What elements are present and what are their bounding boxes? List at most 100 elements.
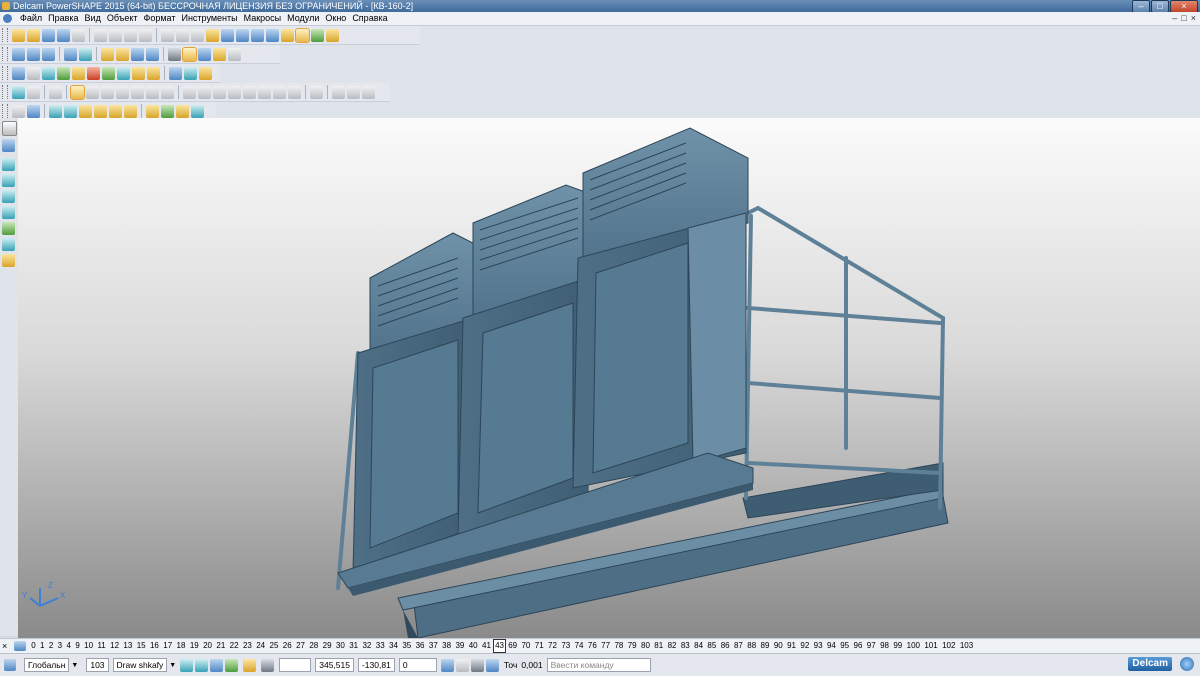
solid-icon[interactable] — [295, 27, 310, 43]
level-81[interactable]: 81 — [652, 640, 665, 652]
selection-icon[interactable] — [2, 139, 15, 152]
view-d-icon[interactable] — [101, 85, 114, 99]
level-19[interactable]: 19 — [188, 640, 201, 652]
workplane-icon[interactable] — [281, 28, 294, 42]
snap-to-icon[interactable] — [195, 658, 209, 672]
axis-icon[interactable] — [27, 104, 40, 118]
level-74[interactable]: 74 — [572, 640, 585, 652]
circle-icon[interactable] — [251, 28, 264, 42]
command-input[interactable]: Ввести команду — [546, 658, 651, 672]
level-79[interactable]: 79 — [626, 640, 639, 652]
menu-object[interactable]: Объект — [104, 12, 141, 25]
tools-icon[interactable] — [326, 28, 339, 42]
analysis-icon[interactable] — [184, 66, 197, 80]
globe-icon[interactable] — [168, 47, 181, 61]
level-28[interactable]: 28 — [307, 640, 320, 652]
workplane-icon[interactable] — [4, 659, 16, 671]
level-72[interactable]: 72 — [546, 640, 559, 652]
dimension-icon[interactable] — [2, 206, 15, 219]
level-35[interactable]: 35 — [400, 640, 413, 652]
part-d-icon[interactable] — [94, 104, 107, 118]
play-icon[interactable] — [102, 66, 115, 80]
level-71[interactable]: 71 — [533, 640, 546, 652]
z-coordinate[interactable]: 0 — [398, 658, 437, 672]
wireframe-icon[interactable] — [198, 47, 211, 61]
light-icon[interactable] — [213, 47, 226, 61]
calculator-icon[interactable] — [440, 658, 454, 672]
save-icon[interactable] — [57, 28, 70, 42]
view-f-icon[interactable] — [131, 85, 144, 99]
level-26[interactable]: 26 — [281, 640, 294, 652]
zoom-in-icon[interactable] — [79, 47, 92, 61]
toolbar-grip[interactable] — [2, 104, 8, 118]
level-bar-close-icon[interactable]: × — [2, 641, 11, 651]
sphere-yellow-icon[interactable] — [72, 66, 85, 80]
view-g-icon[interactable] — [146, 85, 159, 99]
app-icon[interactable] — [2, 2, 10, 10]
curve-wizard-icon[interactable] — [2, 190, 15, 203]
level-17[interactable]: 17 — [161, 640, 174, 652]
workplane-select[interactable]: Глобальн ▼ — [20, 658, 78, 672]
level-97[interactable]: 97 — [865, 640, 878, 652]
level-41[interactable]: 41 — [480, 640, 493, 652]
level-83[interactable]: 83 — [679, 640, 692, 652]
menu-view[interactable]: Вид — [82, 12, 104, 25]
part-i-icon[interactable] — [176, 104, 189, 118]
part-b-icon[interactable] — [64, 104, 77, 118]
zoom-box-icon[interactable] — [116, 47, 129, 61]
filter-icon[interactable] — [27, 85, 40, 99]
view-r-icon[interactable] — [332, 85, 345, 99]
document-icon[interactable] — [455, 658, 469, 672]
level-0[interactable]: 0 — [29, 640, 38, 652]
principal-plane-icon[interactable] — [485, 658, 499, 672]
view-m-icon[interactable] — [243, 85, 256, 99]
part-e-icon[interactable] — [109, 104, 122, 118]
line-icon[interactable] — [221, 28, 234, 42]
curve-icon[interactable] — [266, 28, 279, 42]
level-36[interactable]: 36 — [413, 640, 426, 652]
view-b-icon[interactable] — [70, 84, 85, 100]
view-o-icon[interactable] — [273, 85, 286, 99]
level-select[interactable]: 103 Draw shkafy ▼ — [82, 658, 176, 672]
open-recent-icon[interactable] — [42, 28, 55, 42]
level-15[interactable]: 15 — [135, 640, 148, 652]
level-89[interactable]: 89 — [758, 640, 771, 652]
level-18[interactable]: 18 — [174, 640, 187, 652]
view-l-icon[interactable] — [228, 85, 241, 99]
level-69[interactable]: 69 — [506, 640, 519, 652]
feature-icon[interactable] — [2, 222, 15, 235]
view-side-icon[interactable] — [64, 47, 77, 61]
cut-icon[interactable] — [94, 28, 107, 42]
x-coordinate[interactable]: 345,515 — [315, 658, 354, 672]
view-n-icon[interactable] — [258, 85, 271, 99]
level-80[interactable]: 80 — [639, 640, 652, 652]
snap-icon[interactable] — [180, 658, 194, 672]
level-98[interactable]: 98 — [878, 640, 891, 652]
view-p-icon[interactable] — [288, 85, 301, 99]
paste-icon[interactable] — [124, 28, 137, 42]
toolbar-grip[interactable] — [2, 85, 8, 99]
view-t-icon[interactable] — [362, 85, 375, 99]
sphere-green-icon[interactable] — [57, 66, 70, 80]
level-93[interactable]: 93 — [811, 640, 824, 652]
level-73[interactable]: 73 — [559, 640, 572, 652]
level-96[interactable]: 96 — [851, 640, 864, 652]
view-e-icon[interactable] — [116, 85, 129, 99]
level-12[interactable]: 12 — [108, 640, 121, 652]
surface-wizard-icon[interactable] — [2, 174, 15, 187]
measure-icon[interactable] — [169, 66, 182, 80]
level-39[interactable]: 39 — [453, 640, 466, 652]
view-q-icon[interactable] — [310, 85, 323, 99]
level-22[interactable]: 22 — [227, 640, 240, 652]
level-102[interactable]: 102 — [940, 640, 958, 652]
view-a-icon[interactable] — [49, 85, 62, 99]
level-87[interactable]: 87 — [732, 640, 745, 652]
level-3[interactable]: 3 — [55, 640, 64, 652]
level-16[interactable]: 16 — [148, 640, 161, 652]
check-icon[interactable] — [225, 658, 239, 672]
level-38[interactable]: 38 — [440, 640, 453, 652]
transform-icon[interactable] — [199, 66, 212, 80]
level-9[interactable]: 9 — [73, 640, 82, 652]
level-30[interactable]: 30 — [334, 640, 347, 652]
graphics-viewport[interactable]: Z X Y — [18, 118, 1200, 638]
